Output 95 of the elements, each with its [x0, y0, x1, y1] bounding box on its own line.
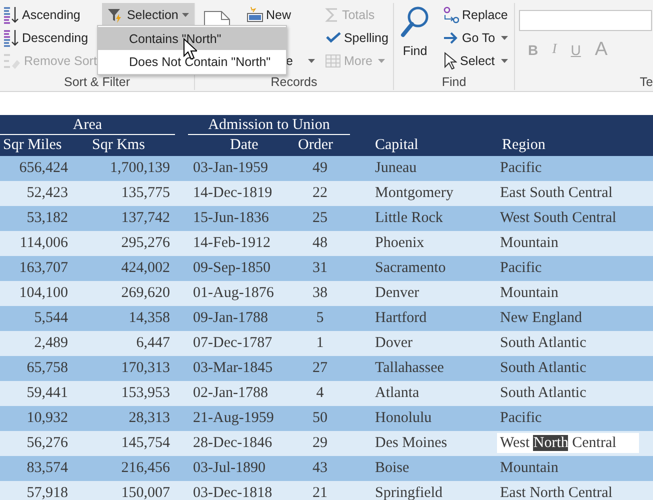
table-cell: 29	[312, 435, 328, 451]
table-cell: 170,313	[121, 360, 170, 376]
table-cell: 57,918	[26, 485, 68, 500]
table-cell: 03-Mar-1845	[193, 360, 273, 376]
group-label: Records	[270, 75, 318, 90]
table-cell: 104,100	[19, 285, 68, 301]
table-cell: 269,620	[121, 285, 170, 301]
table-cell: 4	[316, 385, 324, 401]
table-cell: 02-Jan-1788	[193, 385, 268, 401]
table-cell: 6,447	[136, 335, 170, 351]
table-cell: New England	[500, 310, 582, 326]
table-cell: 52,423	[26, 185, 68, 201]
table-cell: 83,574	[26, 460, 68, 476]
table-cell: 59,441	[26, 385, 68, 401]
table-cell: 5,544	[34, 310, 68, 326]
table-cell: Little Rock	[375, 210, 443, 226]
table-cell: 656,424	[19, 160, 68, 176]
table-cell: Juneau	[375, 160, 417, 176]
table-cell: Hartford	[375, 310, 427, 326]
table-cell: Des Moines	[375, 435, 448, 451]
column-group-header: Admission to Union	[188, 116, 350, 135]
table-cell: Mountain	[500, 285, 558, 301]
table-cell: 21	[312, 485, 328, 500]
table-cell: 424,002	[121, 260, 170, 276]
table-cell: 14-Feb-1912	[193, 235, 270, 251]
table-cell: 1,700,139	[110, 160, 170, 176]
table-cell: South Atlantic	[500, 360, 586, 376]
table-cell: 03-Jan-1959	[193, 160, 268, 176]
table-cell: 295,276	[121, 235, 170, 251]
table-cell: 21-Aug-1959	[193, 410, 274, 426]
table-cell: East North Central	[500, 485, 612, 500]
table-cell: Pacific	[500, 260, 542, 276]
table-cell: Mountain	[500, 460, 558, 476]
table-cell: 09-Jan-1788	[193, 310, 268, 326]
table-cell: Mountain	[500, 235, 558, 251]
table-cell: Pacific	[500, 160, 542, 176]
table-cell: 28-Dec-1846	[193, 435, 272, 451]
table-cell: 15-Jun-1836	[193, 210, 269, 226]
group-label: Te	[638, 75, 653, 90]
table-cell: Pacific	[500, 410, 542, 426]
table-cell: 145,754	[121, 435, 170, 451]
table-cell: 03-Jul-1890	[193, 460, 266, 476]
table-cell: 28,313	[128, 410, 170, 426]
table-cell: Springfield	[375, 485, 442, 500]
table-cell: 65,758	[26, 360, 68, 376]
table-cell: Honolulu	[375, 410, 432, 426]
table-cell: 43	[312, 460, 328, 476]
table-cell: Atlanta	[375, 385, 420, 401]
table-cell: 03-Dec-1818	[193, 485, 272, 500]
table-cell: 1	[316, 335, 324, 351]
table-cell: 22	[312, 185, 328, 201]
table-cell: 114,006	[20, 235, 68, 251]
table-cell: South Atlantic	[500, 385, 586, 401]
table-cell: West South Central	[500, 210, 616, 226]
table-cell: 25	[312, 210, 328, 226]
table-cell: 50	[312, 410, 328, 426]
table-cell: 56,276	[26, 435, 68, 451]
table-cell: 10,932	[26, 410, 68, 426]
column-header: Sqr Miles	[2, 136, 62, 155]
column-header: Capital	[374, 136, 418, 155]
group-label: Find	[440, 75, 468, 90]
table-cell: 137,742	[121, 210, 170, 226]
column-header: Order	[297, 136, 333, 155]
column-group-header: Area	[0, 116, 175, 135]
table-cell: Boise	[375, 460, 410, 476]
table-cell: 163,707	[19, 260, 68, 276]
column-header: Region	[501, 136, 546, 155]
table-cell: 01-Aug-1876	[193, 285, 274, 301]
column-header: Sqr Kms	[91, 136, 145, 155]
table-cell: 14,358	[128, 310, 170, 326]
table-cell: 2,489	[34, 335, 68, 351]
table-cell: East South Central	[500, 185, 612, 201]
table-cell: 48	[312, 235, 328, 251]
table-cell: Dover	[375, 335, 412, 351]
column-header: Date	[229, 136, 258, 155]
table-cell: 150,007	[121, 485, 170, 500]
table-cell: 49	[312, 160, 328, 176]
table-cell: Tallahassee	[375, 360, 444, 376]
table-cell: Denver	[375, 285, 420, 301]
table-cell: 38	[312, 285, 328, 301]
table-cell: 216,456	[121, 460, 170, 476]
table-cell: 5	[316, 310, 324, 326]
table-cell: Montgomery	[375, 185, 454, 201]
table-cell: Phoenix	[375, 235, 424, 251]
table-cell: 31	[312, 260, 328, 276]
table-cell: 53,182	[26, 210, 68, 226]
table-cell: South Atlantic	[500, 335, 586, 351]
table-cell: 153,953	[121, 385, 170, 401]
table-cell: 135,775	[121, 185, 170, 201]
table-cell: 27	[312, 360, 328, 376]
table-cell: 07-Dec-1787	[193, 335, 272, 351]
table-cell: 14-Dec-1819	[193, 185, 272, 201]
table-cell: 09-Sep-1850	[193, 260, 270, 276]
group-label: Sort & Filter	[63, 75, 131, 90]
table-cell: Sacramento	[375, 260, 446, 276]
